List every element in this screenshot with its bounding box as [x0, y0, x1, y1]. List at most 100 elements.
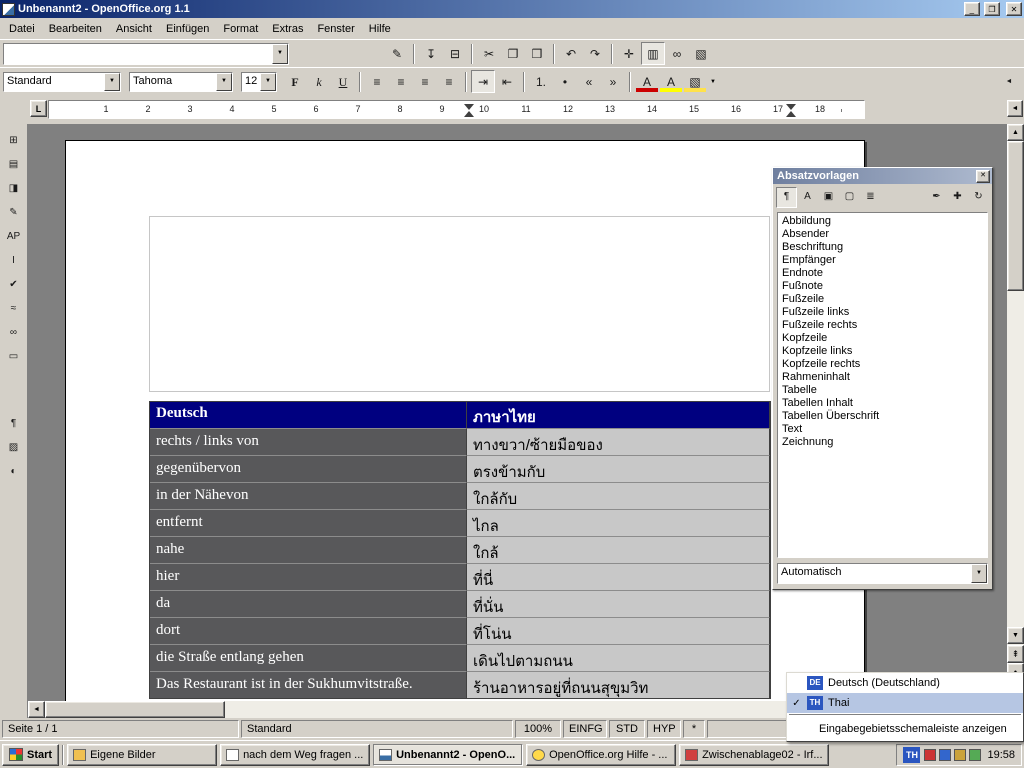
style-item[interactable]: Fußnote [779, 280, 986, 293]
document-page[interactable]: Deutsch ภาษาไทย rechts / links von ทางขว… [65, 140, 865, 701]
table-cell-thai[interactable]: ที่นี่ [467, 563, 770, 590]
style-item[interactable]: Beschriftung [779, 241, 986, 254]
print-file-icon[interactable]: ⊟ [443, 42, 467, 65]
paragraph-style-combo[interactable]: Standard ▼ [3, 72, 121, 92]
table-cell-thai[interactable]: เดินไปตามถนน [467, 644, 770, 671]
table-cell-german[interactable]: gegenübervon [150, 455, 467, 482]
language-menu-item[interactable]: ✓ TH Thai [787, 693, 1023, 713]
table-cell-german[interactable]: die Straße entlang gehen [150, 644, 467, 671]
left-to-right-icon[interactable]: ⇥ [471, 70, 495, 93]
dropdown-icon[interactable]: ▼ [260, 73, 276, 91]
menu-item[interactable]: Fenster [310, 21, 361, 37]
stylist-icon[interactable]: ▥ [641, 42, 665, 65]
table-cell-german[interactable]: da [150, 590, 467, 617]
justify-icon[interactable]: ≡ [437, 70, 461, 93]
indent-marker[interactable] [464, 104, 474, 110]
character-styles-icon[interactable]: A [797, 187, 818, 208]
indent-marker[interactable] [786, 104, 796, 110]
style-item[interactable]: Fußzeile [779, 293, 986, 306]
tray-icon-red[interactable] [924, 749, 936, 761]
page-styles-icon[interactable]: ▢ [839, 187, 860, 208]
taskbar-task-button[interactable]: Unbenannt2 - OpenO... [373, 744, 523, 766]
window-titlebar[interactable]: Unbenannt2 - OpenOffice.org 1.1 _ ❐ ✕ [0, 0, 1024, 18]
gallery-icon[interactable]: ▧ [689, 42, 713, 65]
style-item[interactable]: Endnote [779, 267, 986, 280]
language-menu-item[interactable]: DE Deutsch (Deutschland) [787, 673, 1023, 693]
style-item[interactable]: Tabellen Inhalt [779, 397, 986, 410]
fill-format-mode-icon[interactable]: ✒ [926, 187, 947, 208]
numbering-icon[interactable]: 1. [529, 70, 553, 93]
autospellcheck-icon[interactable]: ≈ [2, 297, 26, 320]
style-item[interactable]: Kopfzeile links [779, 345, 986, 358]
font-size-combo[interactable]: 12 ▼ [241, 72, 277, 92]
navigator-icon[interactable]: ✛ [617, 42, 641, 65]
graphics-onoff-icon[interactable]: ▨ [2, 436, 26, 459]
stylist-titlebar[interactable]: Absatzvorlagen ✕ [773, 168, 992, 184]
start-button[interactable]: Start [2, 744, 59, 766]
style-item[interactable]: Absender [779, 228, 986, 241]
status-insert-mode[interactable]: EINFG [563, 720, 607, 738]
table-row[interactable]: hier ที่นี่ [150, 563, 770, 590]
volume-icon[interactable] [954, 749, 966, 761]
table-cell-thai[interactable]: ใกล้กับ [467, 482, 770, 509]
menu-item[interactable]: Datei [2, 21, 42, 37]
align-left-icon[interactable]: ≡ [365, 70, 389, 93]
ruler-corner-button[interactable]: ◄ [1007, 100, 1023, 117]
font-name-combo[interactable]: Tahoma ▼ [129, 72, 233, 92]
background-color-button[interactable]: ▧ [683, 70, 707, 93]
align-right-icon[interactable]: ≡ [413, 70, 437, 93]
style-item[interactable]: Tabelle [779, 384, 986, 397]
list-styles-icon[interactable]: ≣ [860, 187, 881, 208]
table-cell-thai[interactable]: ที่โน่น [467, 617, 770, 644]
nonprinting-chars-icon[interactable]: ¶ [2, 412, 26, 435]
table-cell-german[interactable]: Das Restaurant ist in der Sukhumvitstraß… [150, 671, 467, 698]
language-indicator[interactable]: TH [903, 747, 920, 763]
menu-item[interactable]: Hilfe [362, 21, 398, 37]
table-cell-thai[interactable]: ตรงข้ามกับ [467, 455, 770, 482]
table-row[interactable]: entfernt ไกล [150, 509, 770, 536]
table-cell-german[interactable]: in der Nähevon [150, 482, 467, 509]
table-cell-thai[interactable]: ใกล้ [467, 536, 770, 563]
table-cell-german[interactable]: nahe [150, 536, 467, 563]
taskbar-task-button[interactable]: Zwischenablage02 - Irf... [679, 744, 829, 766]
table-cell-german[interactable]: rechts / links von [150, 428, 467, 455]
align-center-icon[interactable]: ≡ [389, 70, 413, 93]
data-sources-icon[interactable]: ▭ [2, 345, 26, 368]
new-style-icon[interactable]: ✚ [947, 187, 968, 208]
style-item[interactable]: Tabellen Überschrift [779, 410, 986, 423]
font-color-dropdown-icon[interactable]: ▼ [707, 70, 719, 93]
font-color-button[interactable]: A [635, 70, 659, 93]
update-style-icon[interactable]: ↻ [968, 187, 989, 208]
table-cell-thai[interactable]: ที่นั่น [467, 590, 770, 617]
find-replace-icon[interactable]: ∞ [2, 321, 26, 344]
minimize-button[interactable]: _ [964, 2, 980, 16]
frame-styles-icon[interactable]: ▣ [818, 187, 839, 208]
url-dropdown-icon[interactable]: ▼ [272, 44, 288, 64]
highlighting-button[interactable]: A [659, 70, 683, 93]
table-cell-german[interactable]: dort [150, 617, 467, 644]
table-row[interactable]: nahe ใกล้ [150, 536, 770, 563]
increase-indent-icon[interactable]: » [601, 70, 625, 93]
style-filter-combo[interactable]: Automatisch ▼ [777, 563, 988, 584]
menu-item[interactable]: Ansicht [109, 21, 159, 37]
dropdown-icon[interactable]: ▼ [971, 564, 987, 583]
insert-fields-icon[interactable]: ▤ [2, 153, 26, 176]
style-item[interactable]: Empfänger [779, 254, 986, 267]
scroll-left-icon[interactable]: ◄ [28, 701, 45, 718]
table-cell-german[interactable]: hier [150, 563, 467, 590]
table-row[interactable]: da ที่นั่น [150, 590, 770, 617]
language-menu-footer-item[interactable]: Eingabegebietsschemaleiste anzeigen [787, 717, 1023, 741]
dropdown-icon[interactable]: ▼ [104, 73, 120, 91]
export-pdf-icon[interactable]: ↧ [419, 42, 443, 65]
italic-button[interactable]: k [307, 70, 331, 93]
previous-page-icon[interactable]: ⇞ [1007, 645, 1024, 663]
taskbar-task-button[interactable]: OpenOffice.org Hilfe - ... [526, 744, 676, 766]
status-selection-mode[interactable]: STD [609, 720, 645, 738]
url-input[interactable] [4, 44, 272, 64]
close-icon[interactable]: ✕ [976, 170, 990, 183]
autotext-icon[interactable]: AP [2, 225, 26, 248]
spellcheck-icon[interactable]: ✔ [2, 273, 26, 296]
table-header-deutsch[interactable]: Deutsch [150, 402, 467, 429]
style-item[interactable]: Kopfzeile [779, 332, 986, 345]
restore-button[interactable]: ❐ [984, 2, 1000, 16]
